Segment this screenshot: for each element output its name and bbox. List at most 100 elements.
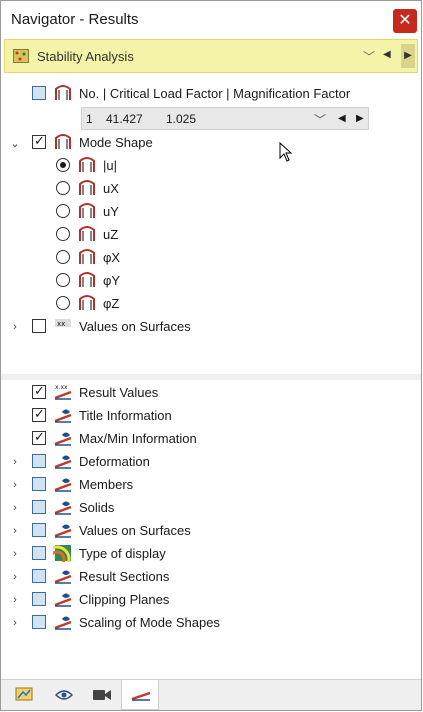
mode-option-radio[interactable] (56, 296, 70, 310)
option-type-of-display[interactable]: › Type of display (1, 544, 421, 566)
expand-chevron-icon[interactable]: › (10, 571, 20, 583)
mode-option-label: φY (103, 273, 121, 288)
mode-number-checkbox[interactable] (32, 86, 46, 100)
tab-views[interactable] (83, 680, 121, 710)
values-on-surfaces-checkbox[interactable] (32, 319, 46, 333)
mode-option-row[interactable]: uX (1, 179, 421, 201)
mode-option-row[interactable]: φZ (1, 294, 421, 316)
chevron-down-icon[interactable]: ﹀ (363, 48, 375, 65)
panel-divider[interactable] (1, 374, 421, 380)
option-checkbox[interactable] (32, 429, 46, 445)
analysis-type-combo[interactable]: Stability Analysis ﹀ ◀ ▶ (4, 39, 418, 73)
values-on-surfaces-node[interactable]: › xx Values on Surfaces (1, 317, 421, 339)
option-values-on-surfaces[interactable]: › Values on Surfaces (1, 521, 421, 543)
mode-option-label: |u| (103, 158, 117, 173)
option-label: Members (79, 477, 134, 492)
option-deformation[interactable]: › Deformation (1, 452, 421, 474)
expand-chevron-icon[interactable]: › (10, 548, 20, 560)
deformation-icon (54, 455, 72, 469)
mode-option-radio[interactable] (56, 227, 70, 241)
mode-shape-icon (79, 180, 95, 195)
mode-option-radio[interactable] (56, 273, 70, 287)
mode-option-row[interactable]: uZ (1, 225, 421, 247)
option-checkbox[interactable] (32, 383, 46, 399)
mode-option-row[interactable]: uY (1, 202, 421, 224)
option-clipping-planes[interactable]: › Clipping Planes (1, 590, 421, 612)
option-checkbox[interactable] (32, 523, 46, 537)
option-checkbox[interactable] (32, 454, 46, 468)
tab-display[interactable] (45, 680, 83, 710)
mode-shape-icon (79, 249, 95, 264)
mode-option-row[interactable]: φX (1, 248, 421, 270)
mode-shape-node[interactable]: ⌄ Mode Shape (1, 133, 421, 155)
expand-chevron-icon[interactable]: › (10, 479, 20, 491)
mode-option-radio[interactable] (56, 250, 70, 264)
tab-results[interactable] (121, 680, 159, 710)
scaling-of-mode-shapes-icon (54, 616, 72, 630)
collapse-chevron-icon[interactable]: ⌄ (10, 137, 20, 150)
option-checkbox[interactable] (32, 406, 46, 422)
option-checkbox[interactable] (32, 500, 46, 514)
option-label: Solids (79, 500, 115, 515)
option-label: Clipping Planes (79, 592, 170, 607)
expand-chevron-icon[interactable]: › (10, 594, 20, 606)
tab-data[interactable] (5, 680, 43, 710)
expand-chevron-icon[interactable]: › (10, 502, 20, 514)
expand-chevron-icon[interactable]: › (10, 456, 20, 468)
option-members[interactable]: › Members (1, 475, 421, 497)
expand-chevron-icon[interactable]: › (10, 321, 20, 333)
chevron-down-icon[interactable]: ﹀ (314, 111, 326, 128)
clipping-planes-icon (54, 593, 72, 607)
mode-shape-icon (79, 157, 95, 172)
mode-no-value: 1 (86, 112, 93, 126)
mode-option-label: uY (103, 204, 119, 219)
option-label: Title Information (79, 408, 172, 423)
mode-option-row[interactable]: |u| (1, 156, 421, 178)
expand-chevron-icon[interactable]: › (10, 525, 20, 537)
option-checkbox[interactable] (32, 569, 46, 583)
next-arrow-icon[interactable]: ▶ (356, 113, 364, 124)
next-arrow-icon[interactable]: ▶ (401, 44, 415, 68)
analysis-type-label: Stability Analysis (37, 49, 134, 64)
mode-shape-checkbox[interactable] (32, 133, 46, 149)
option-scaling-of-mode-shapes[interactable]: › Scaling of Mode Shapes (1, 613, 421, 635)
mode-shape-icon (79, 295, 95, 310)
option-label: Result Sections (79, 569, 170, 584)
option-result-sections[interactable]: › Result Sections (1, 567, 421, 589)
mode-option-radio[interactable] (56, 181, 70, 195)
option-checkbox[interactable] (32, 477, 46, 491)
expand-chevron-icon[interactable]: › (10, 617, 20, 629)
option-title-information[interactable]: Title Information (1, 406, 421, 428)
option-max-min-information[interactable]: Max/Min Information (1, 429, 421, 451)
option-checkbox[interactable] (32, 546, 46, 560)
option-checkbox[interactable] (32, 615, 46, 629)
window-title: Navigator - Results (11, 11, 139, 28)
solids-icon (54, 501, 72, 515)
mode-option-radio[interactable] (56, 204, 70, 218)
max-min-information-icon (54, 432, 72, 446)
mode-number-row[interactable]: No. | Critical Load Factor | Magnificati… (1, 84, 421, 106)
previous-arrow-icon[interactable]: ◀ (383, 49, 391, 60)
option-label: Max/Min Information (79, 431, 197, 446)
eye-icon (55, 690, 73, 700)
values-on-surfaces-label: Values on Surfaces (79, 319, 191, 334)
option-result-values[interactable]: x.xx Result Values (1, 383, 421, 405)
mode-value-selector[interactable]: 1 41.427 1.025 ﹀ ◀ ▶ (81, 107, 369, 130)
stability-analysis-icon (13, 49, 29, 63)
title-information-icon (54, 409, 72, 423)
mode-option-label: φX (103, 250, 121, 265)
close-button[interactable]: ✕ (393, 9, 417, 33)
mode-shape-icon (79, 203, 95, 218)
svg-text:x.xx: x.xx (55, 384, 68, 391)
result-sections-icon (54, 570, 72, 584)
option-label: Values on Surfaces (79, 523, 191, 538)
mode-option-radio[interactable] (56, 158, 70, 172)
mode-option-row[interactable]: φY (1, 271, 421, 293)
option-solids[interactable]: › Solids (1, 498, 421, 520)
members-icon (54, 478, 72, 492)
previous-arrow-icon[interactable]: ◀ (338, 113, 346, 124)
option-checkbox[interactable] (32, 592, 46, 606)
mode-number-label: No. | Critical Load Factor | Magnificati… (79, 86, 351, 101)
navigator-tab-bar (1, 679, 421, 710)
option-label: Result Values (79, 385, 159, 400)
